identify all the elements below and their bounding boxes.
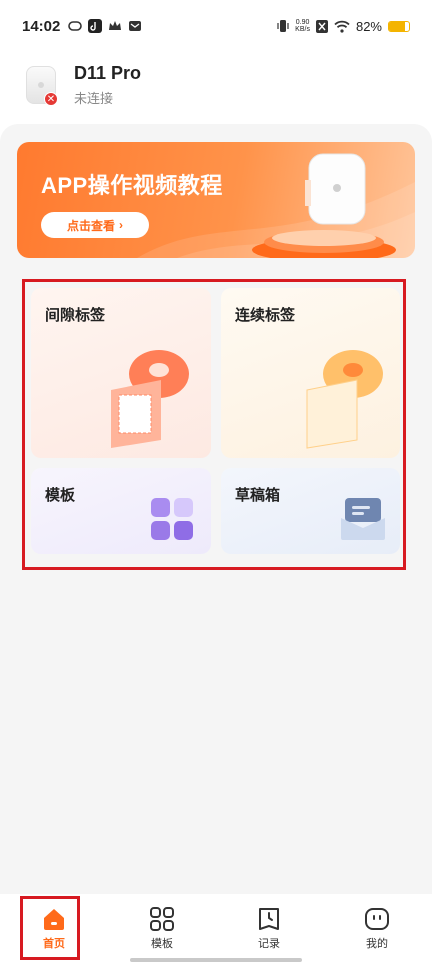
speed-unit: KB/s (295, 26, 310, 33)
network-speed: 0.90 KB/s (295, 19, 310, 33)
status-time: 14:02 (22, 17, 61, 35)
template-grid-icon (151, 498, 193, 540)
crown-icon (109, 21, 122, 30)
device-thumbnail: ✕ (20, 62, 60, 108)
system-indicators: 0.90 KB/s 82% (277, 19, 410, 34)
nav-template-label: 模板 (151, 938, 173, 950)
gesture-bar[interactable] (130, 958, 302, 962)
template-title: 模板 (45, 487, 76, 504)
view-tutorial-label: 点击查看 (66, 218, 115, 233)
banner-title: APP操作视频教程 (41, 173, 223, 198)
device-info: D11 Pro 未连接 (74, 63, 141, 107)
continuous-label-roll-icon (306, 350, 383, 449)
link-icon (68, 21, 83, 31)
wifi-icon (334, 20, 350, 33)
nav-mine[interactable]: 我的 (347, 906, 407, 956)
template-icon (150, 907, 174, 931)
gap-label-title: 间隙标签 (45, 307, 106, 324)
nav-record-label: 记录 (258, 938, 280, 950)
connection-status: 未连接 (74, 91, 114, 106)
nav-mine-label: 我的 (366, 938, 388, 950)
tiktok-icon (88, 19, 103, 33)
chevron-right-icon: › (119, 218, 123, 232)
printer-button (38, 82, 44, 88)
nav-record[interactable]: 记录 (239, 906, 299, 956)
gap-label-roll-icon (111, 350, 189, 448)
printer-device-image (305, 153, 366, 225)
gap-label-card[interactable]: 间隙标签 (31, 288, 211, 458)
battery-icon (388, 20, 410, 32)
nav-template[interactable]: 模板 (132, 906, 192, 956)
sim-off-icon (315, 19, 328, 33)
notification-icons (68, 19, 142, 33)
battery-fill (389, 21, 406, 31)
continuous-label-title: 连续标签 (235, 307, 296, 324)
view-tutorial-button[interactable]: 点击查看 › (41, 212, 149, 238)
device-header[interactable]: ✕ D11 Pro 未连接 (20, 58, 141, 112)
drafts-title: 草稿箱 (235, 487, 281, 504)
tutorial-banner[interactable]: APP操作视频教程 点击查看 › (17, 142, 415, 258)
drafts-inbox-icon (341, 498, 385, 540)
mail-icon (129, 21, 142, 31)
device-name: D11 Pro (74, 63, 142, 83)
battery-percent: 82% (355, 18, 382, 34)
vibrate-icon (277, 20, 289, 32)
continuous-label-card[interactable]: 连续标签 (221, 288, 400, 458)
profile-face-icon (365, 908, 389, 930)
home-tab-highlight (20, 896, 80, 960)
status-bar: 14:02 0.90 KB/s 82% (0, 0, 432, 52)
disconnected-icon: ✕ (44, 92, 58, 106)
speed-value: 0.90 (295, 19, 310, 26)
template-card[interactable]: 模板 (31, 468, 211, 554)
drafts-card[interactable]: 草稿箱 (221, 468, 400, 554)
record-clock-icon (259, 908, 279, 930)
